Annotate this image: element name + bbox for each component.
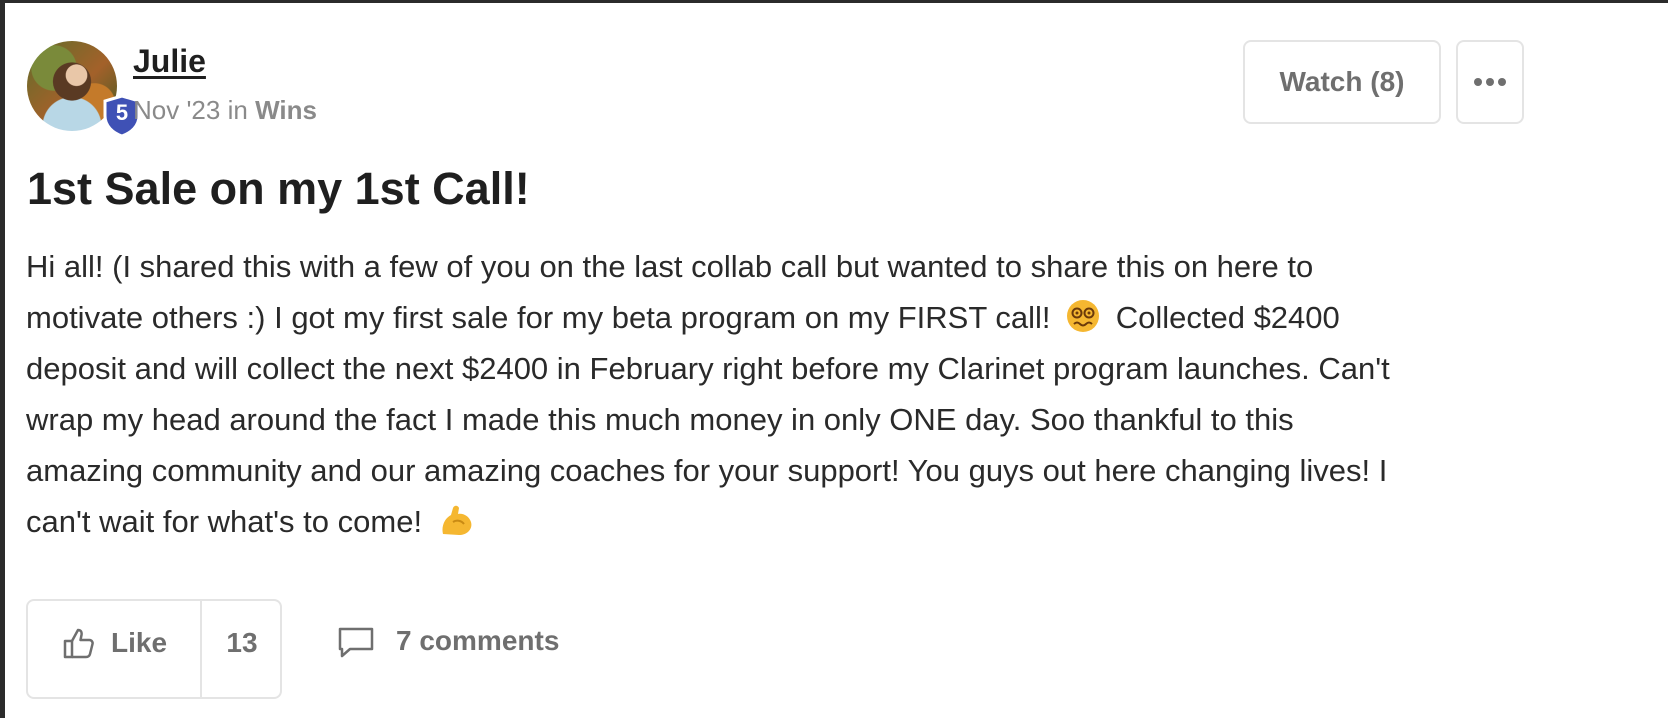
body-line: Hi all! (I shared this with a few of you… bbox=[26, 249, 1314, 284]
post-title: 1st Sale on my 1st Call! bbox=[27, 163, 530, 214]
more-dots-icon bbox=[1474, 78, 1506, 86]
body-text-segment: can't wait for what's to come! bbox=[26, 504, 423, 539]
in-label: in bbox=[227, 95, 248, 125]
comment-bubble-icon bbox=[338, 627, 374, 658]
avatar-container[interactable]: 5 bbox=[27, 41, 141, 139]
post-body: Hi all! (I shared this with a few of you… bbox=[26, 241, 1566, 547]
flexed-biceps-icon bbox=[437, 502, 475, 553]
body-line: can't wait for what's to come! bbox=[26, 496, 1566, 547]
body-line: deposit and will collect the next $2400 … bbox=[26, 351, 1390, 386]
author-name-link[interactable]: Julie bbox=[133, 43, 206, 80]
post-meta: Nov '23 in Wins bbox=[133, 95, 317, 126]
post-date: Nov '23 bbox=[133, 95, 221, 125]
like-button[interactable]: Like bbox=[28, 601, 200, 685]
body-line: motivate others :) I got my first sale f… bbox=[26, 292, 1566, 343]
body-text-segment: Collected $2400 bbox=[1115, 300, 1340, 335]
category-link[interactable]: Wins bbox=[255, 95, 317, 125]
like-group: Like 13 bbox=[26, 599, 282, 699]
watch-button[interactable]: Watch (8) bbox=[1243, 40, 1441, 124]
body-line: amazing community and our amazing coache… bbox=[26, 453, 1388, 488]
woozy-face-icon bbox=[1065, 298, 1101, 349]
body-text-segment: motivate others :) I got my first sale f… bbox=[26, 300, 1051, 335]
thumbs-up-icon bbox=[63, 628, 94, 659]
like-count[interactable]: 13 bbox=[202, 601, 282, 685]
comments-label: 7 comments bbox=[396, 625, 560, 656]
comments-button[interactable]: 7 comments bbox=[336, 599, 559, 683]
body-line: wrap my head around the fact I made this… bbox=[26, 402, 1294, 437]
post-card: 5 Julie Nov '23 in Wins Watch (8) 1st Sa… bbox=[5, 3, 1668, 718]
more-options-button[interactable] bbox=[1456, 40, 1524, 124]
like-label: Like bbox=[110, 627, 168, 658]
